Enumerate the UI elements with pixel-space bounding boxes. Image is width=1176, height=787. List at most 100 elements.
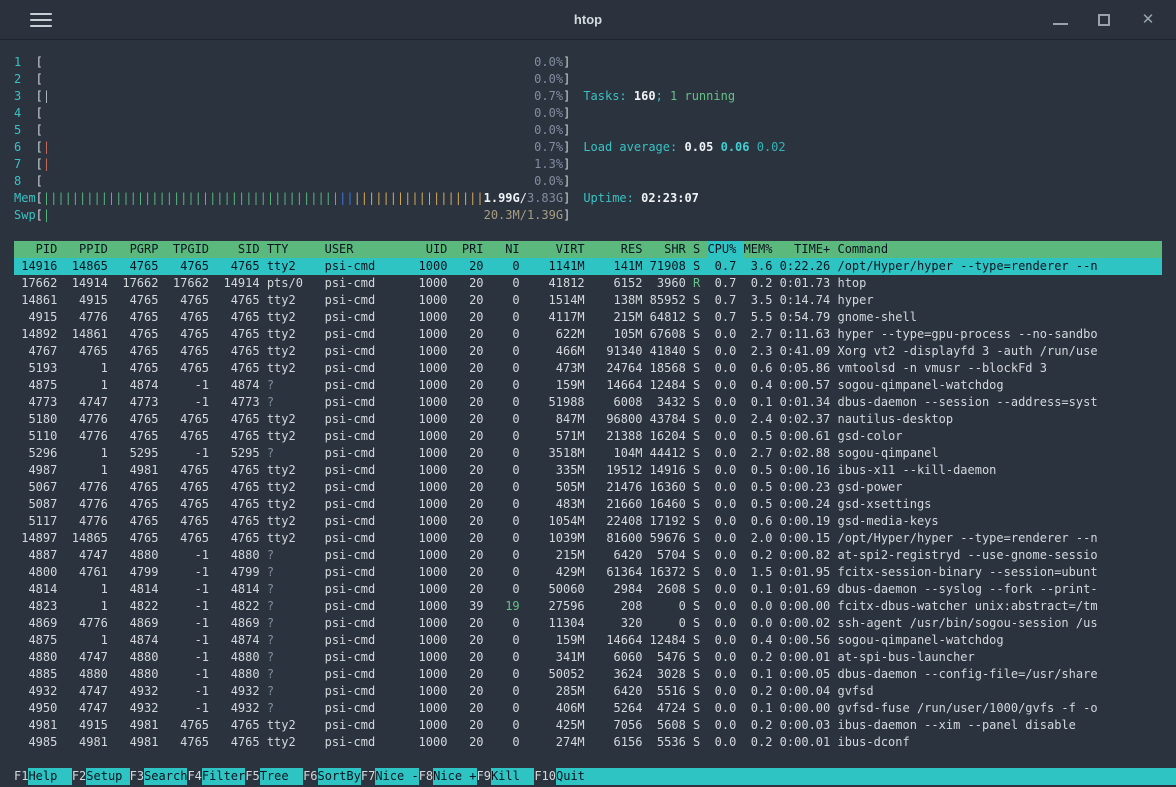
cell-uid: 1000 — [397, 530, 455, 547]
cell-res: 14664 — [592, 632, 650, 649]
column-header-mem[interactable]: MEM% — [744, 241, 780, 258]
cell-ppid: 4747 — [65, 394, 116, 411]
column-header-time[interactable]: TIME+ — [780, 241, 838, 258]
cell-s: S — [693, 309, 707, 326]
meter-close-bracket: ] — [563, 173, 570, 190]
menu-icon[interactable] — [30, 13, 52, 27]
process-row[interactable]: 51174776476547654765tty2psi-cmd100020010… — [14, 513, 1162, 530]
meter-label: 4 — [14, 105, 36, 122]
meter-bar: 0.0% — [43, 105, 563, 122]
process-row[interactable]: 482314822-14822?psi-cmd10003919275962080… — [14, 598, 1162, 615]
column-header-cmd[interactable]: Command — [837, 241, 1162, 258]
swap-value: 20.3M/1.39G — [484, 207, 563, 224]
process-row[interactable]: 51804776476547654765tty2psi-cmd100020084… — [14, 411, 1162, 428]
column-header-s[interactable]: S — [693, 241, 707, 258]
cell-ppid: 4776 — [65, 309, 116, 326]
column-header-ni[interactable]: NI — [491, 241, 527, 258]
cell-tpgid: -1 — [166, 445, 217, 462]
fn-f6-sortby-button[interactable]: F6SortBy — [303, 768, 361, 785]
column-header-sid[interactable]: SID — [216, 241, 267, 258]
process-row[interactable]: 47674765476547654765tty2psi-cmd100020046… — [14, 343, 1162, 360]
process-row[interactable]: 50674776476547654765tty2psi-cmd100020050… — [14, 479, 1162, 496]
process-row[interactable]: 49154776476547654765tty2psi-cmd100020041… — [14, 309, 1162, 326]
fn-f1-help-button[interactable]: F1Help — [14, 768, 72, 785]
cell-s: S — [693, 513, 707, 530]
process-row[interactable]: 1489714865476547654765tty2psi-cmd1000200… — [14, 530, 1162, 547]
column-header-ppid[interactable]: PPID — [65, 241, 116, 258]
process-row[interactable]: 487514874-14874?psi-cmd1000200159M146641… — [14, 377, 1162, 394]
cell-time: 0:02.37 — [780, 411, 838, 428]
column-header-pgrp[interactable]: PGRP — [115, 241, 166, 258]
cell-pid: 4800 — [14, 564, 65, 581]
maximize-button[interactable] — [1096, 12, 1112, 28]
cell-cpu: 0.7 — [707, 309, 743, 326]
cell-res: 2984 — [592, 581, 650, 598]
close-button[interactable]: ✕ — [1140, 12, 1156, 28]
cell-pgrp: 4765 — [115, 428, 166, 445]
cell-shr: 71908 — [650, 258, 693, 275]
fn-f9-kill-button[interactable]: F9Kill — [477, 768, 535, 785]
column-header-pri[interactable]: PRI — [455, 241, 491, 258]
process-row[interactable]: 488047474880-14880?psi-cmd1000200341M606… — [14, 649, 1162, 666]
process-row[interactable]: 1489214861476547654765tty2psi-cmd1000200… — [14, 326, 1162, 343]
cell-cmd: ssh-agent /usr/bin/sogou-session /us — [837, 615, 1162, 632]
process-row[interactable]: 486947764869-14869?psi-cmd10002001130432… — [14, 615, 1162, 632]
cell-pid: 4869 — [14, 615, 65, 632]
cell-virt: 274M — [527, 734, 592, 751]
fn-f7-nice--button[interactable]: F7Nice - — [361, 768, 419, 785]
process-row[interactable]: 51104776476547654765tty2psi-cmd100020057… — [14, 428, 1162, 445]
column-header-uid[interactable]: UID — [397, 241, 455, 258]
cell-ppid: 1 — [65, 632, 116, 649]
cell-time: 0:02.88 — [780, 445, 838, 462]
process-row[interactable]: 487514874-14874?psi-cmd1000200159M146641… — [14, 632, 1162, 649]
cpu-bar-pipe: | — [43, 139, 50, 156]
column-header-shr[interactable]: SHR — [650, 241, 693, 258]
cell-time: 0:01.69 — [780, 581, 838, 598]
cell-tpgid: -1 — [166, 615, 217, 632]
cell-pid: 4875 — [14, 377, 65, 394]
process-row[interactable]: 1491614865476547654765tty2psi-cmd1000200… — [14, 258, 1162, 275]
process-row[interactable]: 51931476547654765tty2psi-cmd1000200473M2… — [14, 360, 1162, 377]
cell-user: psi-cmd — [325, 683, 397, 700]
column-header-tty[interactable]: TTY — [267, 241, 325, 258]
fn-f8-nice+-button[interactable]: F8Nice + — [419, 768, 477, 785]
cell-pid: 5193 — [14, 360, 65, 377]
process-row[interactable]: 480047614799-14799?psi-cmd1000200429M613… — [14, 564, 1162, 581]
process-row[interactable]: 495047474932-14932?psi-cmd1000200406M526… — [14, 700, 1162, 717]
process-row[interactable]: 50874776476547654765tty2psi-cmd100020048… — [14, 496, 1162, 513]
column-header-cpu[interactable]: CPU% — [707, 241, 743, 258]
column-header-res[interactable]: RES — [592, 241, 650, 258]
cell-pid: 4985 — [14, 734, 65, 751]
column-header-pid[interactable]: PID — [14, 241, 65, 258]
cell-sid: 4765 — [216, 462, 267, 479]
cell-res: 215M — [592, 309, 650, 326]
process-row[interactable]: 49854981498147654765tty2psi-cmd100020027… — [14, 734, 1162, 751]
cell-cpu: 0.0 — [707, 717, 743, 734]
process-row[interactable]: 493247474932-14932?psi-cmd1000200285M642… — [14, 683, 1162, 700]
fn-f3-search-button[interactable]: F3Search — [130, 768, 188, 785]
process-row[interactable]: 148614915476547654765tty2psi-cmd10002001… — [14, 292, 1162, 309]
fn-f4-filter-button[interactable]: F4Filter — [187, 768, 245, 785]
process-row[interactable]: 49814915498147654765tty2psi-cmd100020042… — [14, 717, 1162, 734]
cell-tty: ? — [267, 666, 325, 683]
cell-cmd: fcitx-session-binary --session=ubunt — [837, 564, 1162, 581]
cell-sid: 5295 — [216, 445, 267, 462]
process-row[interactable]: 481414814-14814?psi-cmd10002005006029842… — [14, 581, 1162, 598]
cell-mem: 0.0 — [744, 598, 780, 615]
process-row[interactable]: 529615295-15295?psi-cmd10002003518M104M4… — [14, 445, 1162, 462]
column-header-virt[interactable]: VIRT — [527, 241, 592, 258]
column-header-tpgid[interactable]: TPGID — [166, 241, 217, 258]
process-row[interactable]: 488548804880-14880?psi-cmd10002005005236… — [14, 666, 1162, 683]
minimize-button[interactable] — [1052, 12, 1068, 28]
fn-f2-setup-button[interactable]: F2Setup — [72, 768, 130, 785]
cell-pri: 20 — [455, 394, 491, 411]
process-row[interactable]: 49871498147654765tty2psi-cmd1000200335M1… — [14, 462, 1162, 479]
cell-uid: 1000 — [397, 564, 455, 581]
fn-f5-tree-button[interactable]: F5Tree — [245, 768, 303, 785]
process-row[interactable]: 488747474880-14880?psi-cmd1000200215M642… — [14, 547, 1162, 564]
column-header-user[interactable]: USER — [325, 241, 397, 258]
process-row[interactable]: 477347474773-14773?psi-cmd10002005198860… — [14, 394, 1162, 411]
cpu-meter-5: 5[0.0%] — [14, 122, 570, 139]
process-row[interactable]: 1766214914176621766214914pts/0psi-cmd100… — [14, 275, 1162, 292]
fn-f10-quit-button[interactable]: F10Quit — [534, 768, 599, 785]
